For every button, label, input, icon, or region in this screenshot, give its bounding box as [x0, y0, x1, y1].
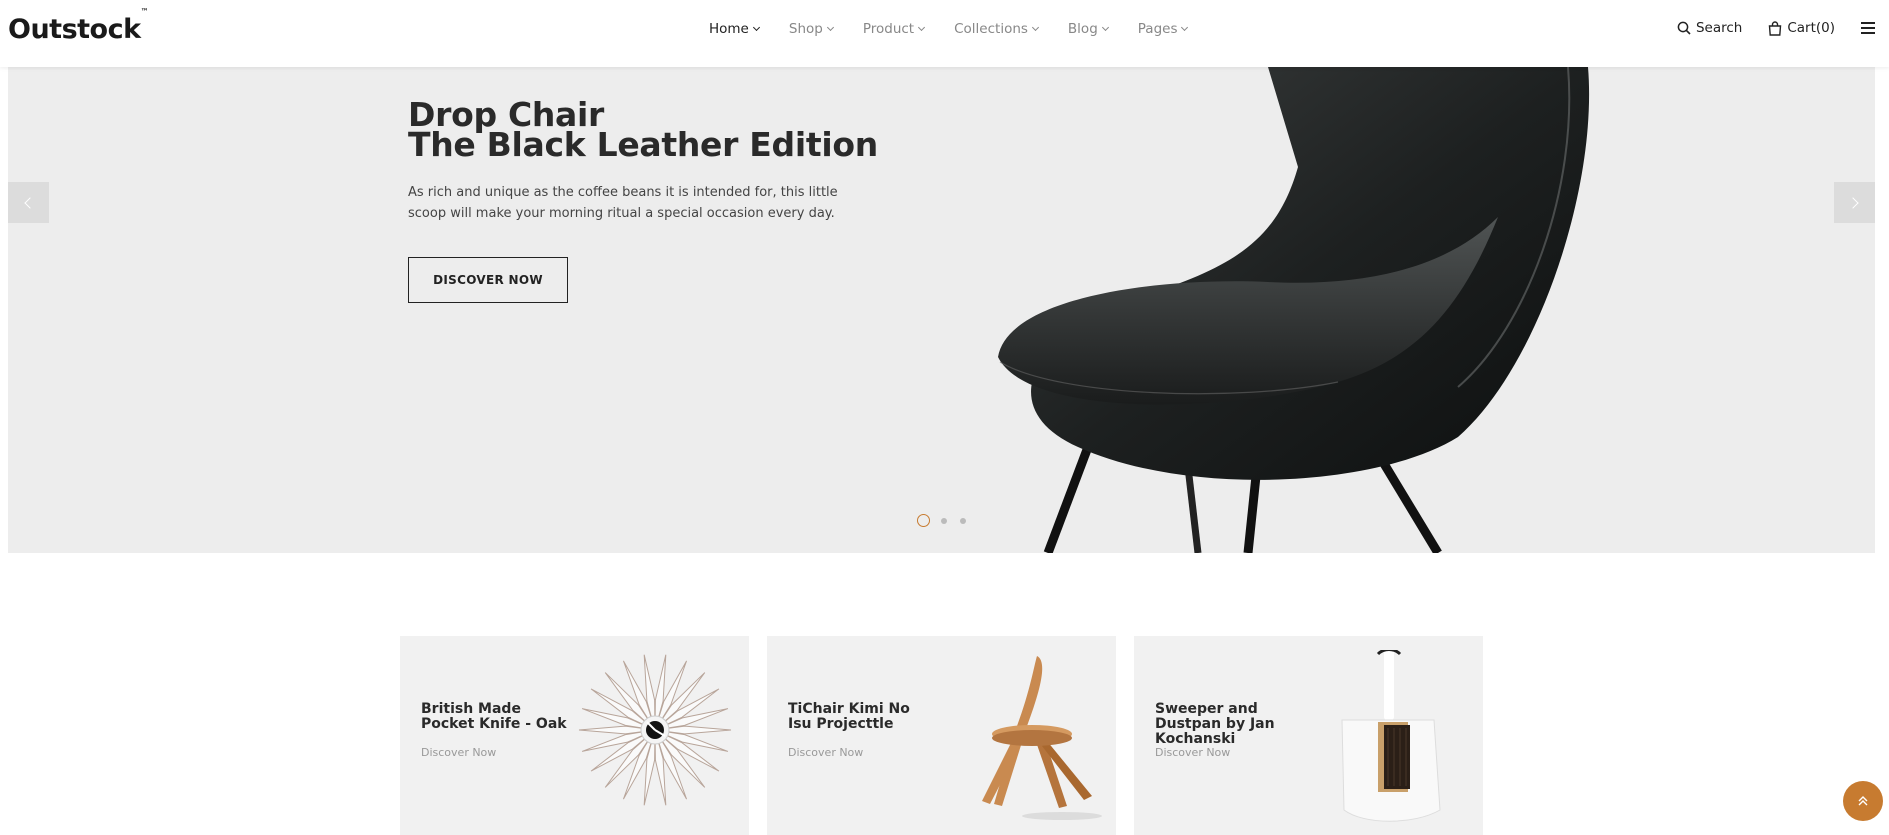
- slider-prev-button[interactable]: [8, 182, 49, 223]
- hero-title: Drop Chair The Black Leather Edition: [408, 95, 878, 164]
- chevron-down-icon: [752, 23, 760, 32]
- slider-dot-2[interactable]: [941, 517, 947, 524]
- slider-next-button[interactable]: [1834, 182, 1875, 223]
- back-to-top-button[interactable]: [1843, 781, 1883, 821]
- hero-description: As rich and unique as the coffee beans i…: [408, 185, 838, 221]
- double-chevron-up-icon: [1858, 796, 1868, 806]
- chevron-down-icon: [1101, 23, 1109, 32]
- card-title: Sweeper and Dustpan by Jan Kochanski: [1155, 701, 1275, 747]
- hamburger-menu-icon[interactable]: [1861, 22, 1875, 34]
- chevron-left-icon: [24, 196, 36, 209]
- main-nav: Home Shop Product Collections Blog Pages: [709, 21, 1217, 37]
- nav-item-collections[interactable]: Collections: [954, 21, 1039, 37]
- featured-card-3[interactable]: Sweeper and Dustpan by Jan Kochanski Dis…: [1134, 636, 1483, 835]
- slider-dot-3[interactable]: [960, 517, 966, 524]
- card-discover-link[interactable]: Discover Now: [788, 746, 863, 759]
- card-discover-link[interactable]: Discover Now: [1155, 746, 1230, 759]
- search-icon: [1677, 21, 1691, 35]
- nav-item-pages[interactable]: Pages: [1138, 21, 1189, 37]
- chevron-down-icon: [826, 23, 834, 32]
- header-actions: Search Cart(0): [1677, 20, 1875, 36]
- search-label: Search: [1695, 20, 1743, 36]
- discover-now-button[interactable]: DISCOVER NOW: [408, 257, 568, 303]
- site-logo[interactable]: Outstock™: [8, 7, 149, 45]
- chevron-right-icon: [1847, 196, 1859, 209]
- hero-slider: Drop Chair The Black Leather Edition As …: [8, 67, 1875, 553]
- black-leather-chair-image: [998, 67, 1590, 553]
- slider-pagination: [917, 514, 979, 527]
- cart-label: Cart(0): [1787, 20, 1835, 36]
- nav-item-product[interactable]: Product: [863, 21, 926, 37]
- nav-item-home[interactable]: Home: [709, 21, 760, 37]
- card-title: TiChair Kimi No Isu Projecttle: [788, 701, 910, 732]
- chevron-down-icon: [1031, 23, 1039, 32]
- chevron-down-icon: [1181, 23, 1189, 32]
- nav-item-shop[interactable]: Shop: [789, 21, 834, 37]
- slider-dot-1[interactable]: [917, 514, 930, 527]
- sunburst-clock-image: [578, 654, 732, 806]
- cart-button[interactable]: Cart(0): [1768, 20, 1835, 36]
- card-discover-link[interactable]: Discover Now: [421, 746, 496, 759]
- featured-card-1[interactable]: British Made Pocket Knife - Oak Discover…: [400, 636, 749, 835]
- nav-item-blog[interactable]: Blog: [1068, 21, 1109, 37]
- dustpan-brush-image: [1341, 650, 1441, 822]
- chevron-down-icon: [918, 23, 926, 32]
- site-header: Outstock™ Home Shop Product Collections …: [0, 0, 1889, 67]
- search-button[interactable]: Search: [1677, 20, 1742, 36]
- featured-card-2[interactable]: TiChair Kimi No Isu Projecttle Discover …: [767, 636, 1116, 835]
- card-title: British Made Pocket Knife - Oak: [421, 701, 567, 732]
- shopping-bag-icon: [1769, 20, 1782, 36]
- wooden-chair-image: [982, 656, 1102, 820]
